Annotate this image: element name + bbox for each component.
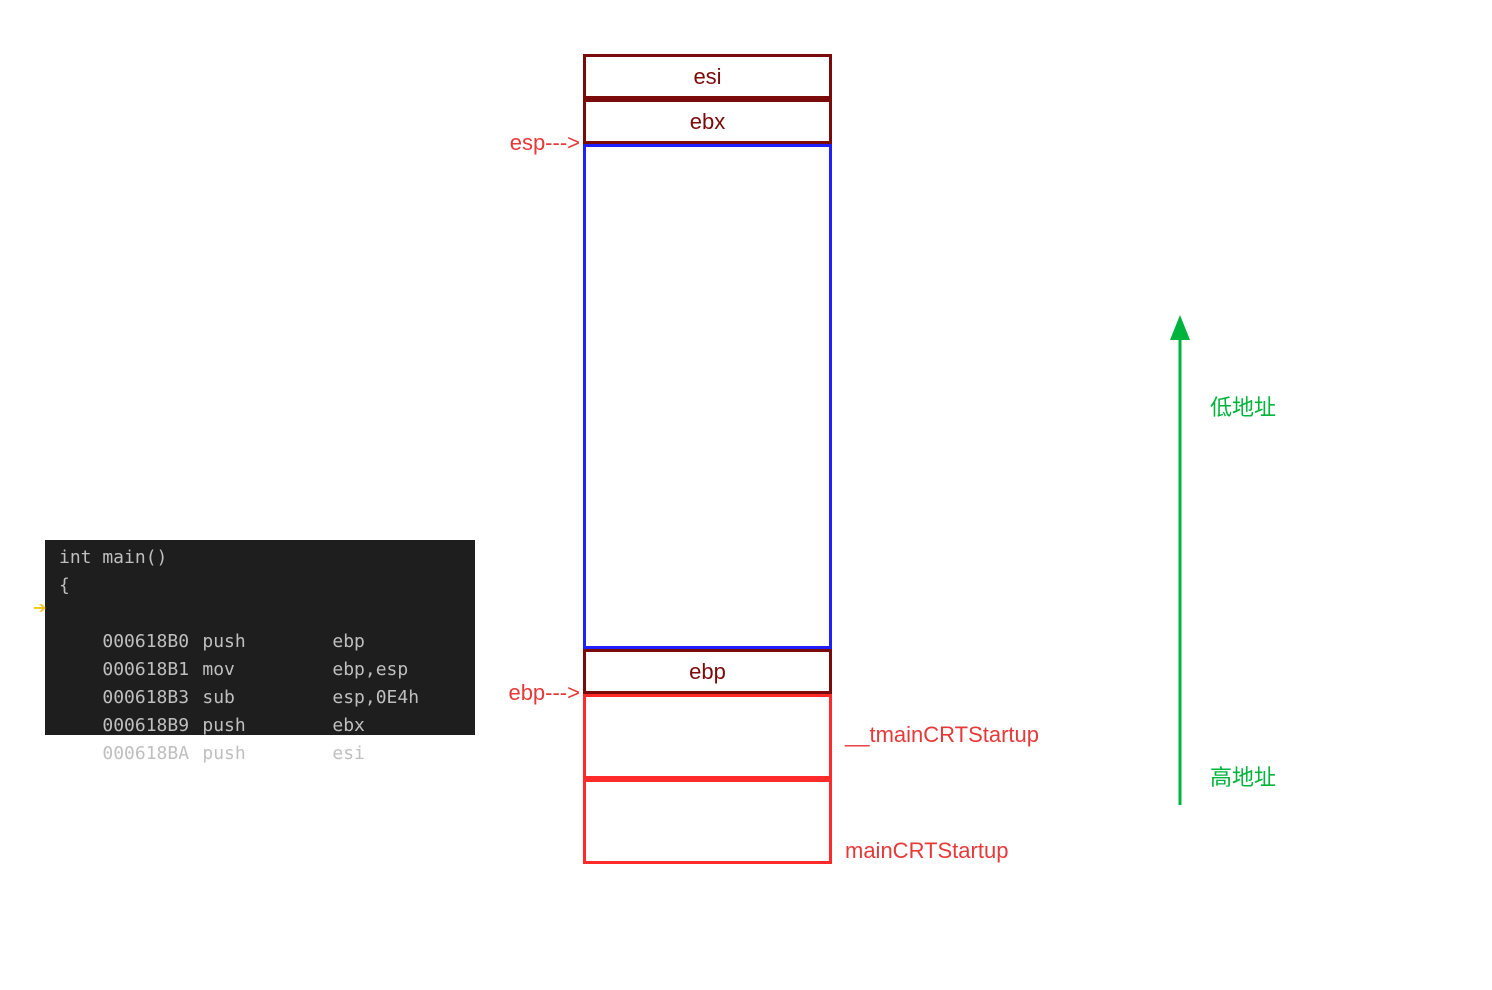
stack-cell-ebx: ebx — [583, 99, 832, 144]
stack-cell-ebp: ebp — [583, 649, 832, 694]
asm-line: 000618B3subesp,0E4h — [59, 656, 467, 684]
stack-cell-label: esi — [693, 64, 721, 90]
asm-line: 000618B0pushebp — [59, 600, 467, 628]
stack-local-vars — [583, 144, 832, 649]
stack-cell-label: ebp — [689, 659, 726, 685]
asm-line: 000618B9pushebx — [59, 684, 467, 712]
function-label-main: mainCRTStartup — [845, 838, 1008, 864]
stack-cell-label: ebx — [690, 109, 725, 135]
disassembly-panel: int main() { 000618B0pushebp 000618B1mov… — [45, 540, 475, 735]
asm-line: 000618B1movebp,esp — [59, 628, 467, 656]
stack-cell-esi: esi — [583, 54, 832, 99]
current-line-arrow-icon: ➔ — [33, 598, 46, 618]
mnemonic-cell: push — [202, 740, 332, 768]
stack-frame-tmain — [583, 694, 832, 779]
addr-cell: 000618BA — [102, 740, 202, 768]
function-label-tmain: __tmainCRTStartup — [845, 722, 1039, 748]
operand-cell: esi — [332, 740, 365, 768]
ebp-pointer-label: ebp---> — [490, 680, 580, 706]
code-header-1: int main() — [59, 544, 467, 572]
high-address-label: 高地址 — [1210, 760, 1276, 792]
code-header-2: { — [59, 572, 467, 600]
low-address-label: 低地址 — [1210, 390, 1276, 422]
esp-pointer-label: esp---> — [490, 130, 580, 156]
address-direction-arrow — [1165, 315, 1195, 805]
stack-frame-main — [583, 779, 832, 864]
asm-line: 000618BApushesi — [59, 712, 467, 740]
